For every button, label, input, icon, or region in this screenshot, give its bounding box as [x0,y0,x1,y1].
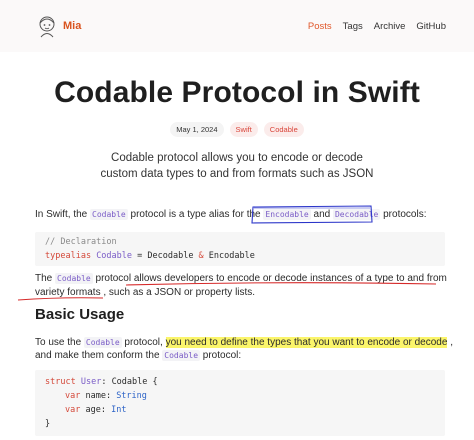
identifier: User [80,377,102,387]
tag-codable[interactable]: Codable [263,122,304,137]
type-name: String [116,391,147,401]
post-title: Codable Protocol in Swift [54,76,420,109]
code-block-struct[interactable]: struct User: Codable { var name: String … [35,370,445,436]
paragraph-3-line-1: To use the Codable protocol, you need to… [35,337,453,348]
highlighted-text: you need to define the types that you wa… [165,337,448,348]
inline-code: Decodable [332,209,381,220]
code-line: typealias Codable = Decodable & Encodabl… [45,249,445,263]
tag-swift[interactable]: Swift [229,122,258,137]
type-name: Int [111,405,127,415]
type-name: Encodable [208,251,255,261]
annotation-underline [17,297,104,301]
text: name: [80,391,117,401]
code-comment: // Declaration [45,237,117,247]
section-heading: Basic Usage [35,306,125,323]
text: In Swift, the [35,209,91,220]
nav-github[interactable]: GitHub [416,21,446,32]
paragraph-2-line-1: The Codable protocol allows developers t… [35,273,447,284]
keyword: struct [45,377,76,387]
text: : Codable { [101,377,158,387]
summary-line-1: Codable protocol allows you to encode or… [111,152,363,164]
text: To use the [35,337,84,348]
text: variety formats [35,287,101,298]
nav-archive[interactable]: Archive [374,21,406,32]
text: protocol, [121,337,166,348]
text: and [310,209,333,220]
operator: = [132,251,148,261]
text: and make them conform the [35,350,163,361]
inline-code: Codable [90,209,128,220]
text: protocol is a type alias for the [127,209,264,220]
avatar-logo-icon[interactable] [36,14,58,38]
paragraph-1: In Swift, the Codable protocol is a type… [35,209,426,220]
keyword: var [65,391,81,401]
text: protocols: [380,209,427,220]
identifier: Codable [96,251,133,261]
code-line: var name: String [45,389,445,403]
code-line: } [45,419,51,429]
inline-code: Codable [55,273,93,284]
summary-line-2: custom data types to and from formats su… [100,168,374,180]
nav-posts[interactable]: Posts [308,21,332,32]
code-line: struct User: Codable { [45,375,445,389]
inline-code: Encodable [263,209,311,220]
type-name: Decodable [147,251,194,261]
text: The [35,273,56,284]
inline-code: Codable [83,337,122,348]
post-meta: May 1, 2024 Swift Codable [0,122,474,137]
operator: & [193,251,209,261]
post-summary: Codable protocol allows you to encode or… [0,150,474,182]
code-line: var age: Int [45,403,445,417]
paragraph-3-line-2: and make them conform the Codable protoc… [35,350,241,361]
text: age: [80,405,112,415]
main-nav: Posts Tags Archive GitHub [308,21,446,32]
paragraph-2-line-2: variety formats , such as a JSON or prop… [35,287,255,298]
text: protocol: [200,350,242,361]
site-header: Mia Posts Tags Archive GitHub [0,0,474,52]
keyword: var [65,405,81,415]
text: , such as a JSON or property lists. [100,287,256,298]
brand-name[interactable]: Mia [63,20,81,32]
text: protocol allows developers to encode or … [92,273,447,284]
keyword: typealias [45,251,92,261]
inline-code: Codable [162,350,201,361]
nav-tags[interactable]: Tags [343,21,363,32]
post-date: May 1, 2024 [170,122,224,137]
text: , [447,337,453,348]
code-block-declaration[interactable]: // Declaration typealias Codable = Decod… [35,232,445,266]
